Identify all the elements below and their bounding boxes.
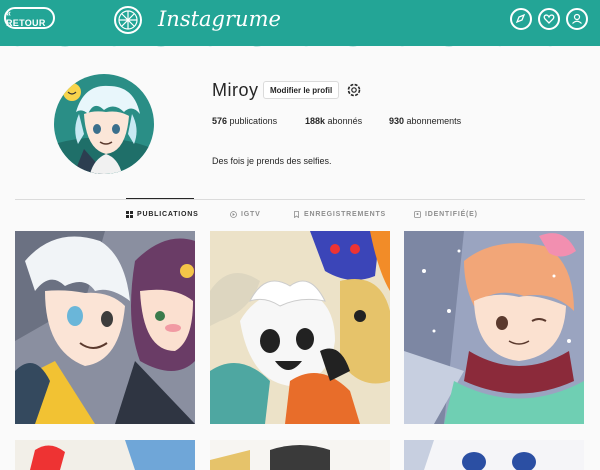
post-thumbnail-6[interactable] xyxy=(404,440,584,470)
tabs-divider xyxy=(15,199,585,200)
wave-border xyxy=(0,36,600,47)
tab-label: IGTV xyxy=(241,211,261,218)
tab-identifie[interactable]: IDENTIFIÉ(E) xyxy=(414,211,478,218)
posts-count: 576 xyxy=(212,116,228,126)
followers-count: 188k xyxy=(305,116,326,126)
lemon-logo-icon xyxy=(114,6,142,34)
post-image-group-selfie xyxy=(210,231,390,424)
tab-enregistrements[interactable]: ENREGISTREMENTS xyxy=(293,211,386,218)
tab-label: ENREGISTREMENTS xyxy=(304,211,387,218)
posts-stat: 576 publications xyxy=(212,116,277,126)
post-image-winter-selfie xyxy=(404,231,584,424)
settings-gear-icon[interactable] xyxy=(346,82,362,98)
top-bar: « RETOUR Instagrume xyxy=(0,0,600,47)
post-image-selfie-duo xyxy=(15,231,195,424)
bio: Des fois je prends des selfies. xyxy=(212,156,332,166)
posts-label: publications xyxy=(229,116,278,126)
following-label: abonnements xyxy=(406,116,462,126)
tab-igtv[interactable]: IGTV xyxy=(230,211,261,218)
username: Miroy xyxy=(212,80,259,100)
avatar[interactable] xyxy=(54,74,154,174)
tab-publications[interactable]: PUBLICATIONS xyxy=(126,211,199,218)
tag-icon xyxy=(414,211,421,218)
app-title: Instagrume xyxy=(158,7,281,31)
post-thumbnail-5[interactable] xyxy=(210,440,390,470)
edit-profile-button[interactable]: Modifier le profil xyxy=(263,81,340,99)
post-image-6 xyxy=(404,440,584,470)
heart-icon[interactable] xyxy=(538,8,560,30)
grid-icon xyxy=(126,211,133,218)
post-thumbnail-2[interactable] xyxy=(210,231,390,424)
profile-icon[interactable] xyxy=(566,8,588,30)
post-thumbnail-1[interactable] xyxy=(15,231,195,424)
tab-label: PUBLICATIONS xyxy=(137,211,199,218)
post-thumbnail-3[interactable] xyxy=(404,231,584,424)
back-button[interactable]: « RETOUR xyxy=(4,7,55,29)
post-thumbnail-4[interactable] xyxy=(15,440,195,470)
following-stat[interactable]: 930 abonnements xyxy=(389,116,461,126)
post-image-5 xyxy=(210,440,390,470)
following-count: 930 xyxy=(389,116,405,126)
bookmark-icon xyxy=(294,211,299,218)
active-tab-indicator xyxy=(126,198,194,199)
post-image-4 xyxy=(15,440,195,470)
tv-icon xyxy=(230,211,237,218)
followers-stat[interactable]: 188k abonnés xyxy=(305,116,362,126)
followers-label: abonnés xyxy=(327,116,363,126)
tab-label: IDENTIFIÉ(E) xyxy=(425,211,478,218)
explore-icon[interactable] xyxy=(510,8,532,30)
